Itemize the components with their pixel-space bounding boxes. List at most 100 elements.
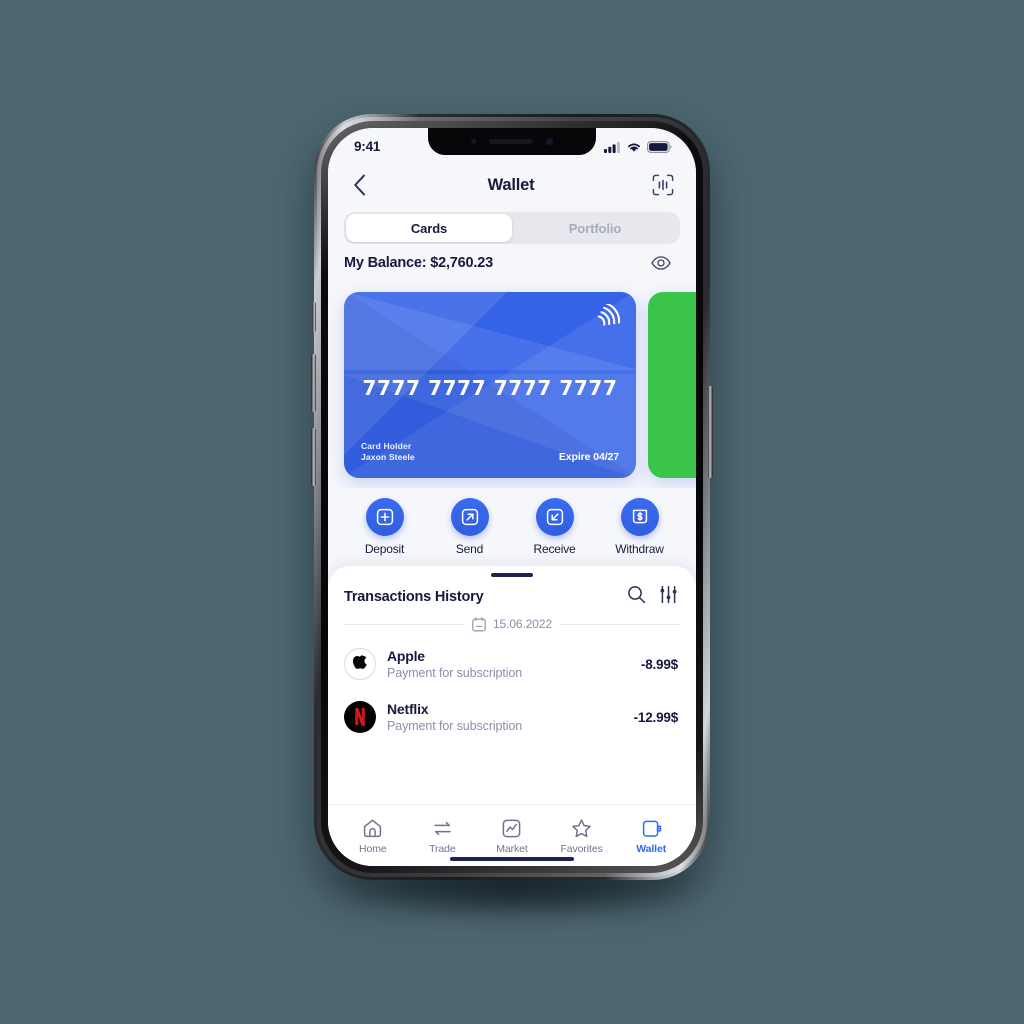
transactions-header: Transactions History [328,577,696,615]
home-icon [364,819,382,838]
transaction-name: Netflix [387,700,429,717]
filter-sliders-icon [660,585,677,603]
app-header: Wallet [328,161,696,209]
bank-card-secondary[interactable] [648,292,696,478]
transactions-title: Transactions History [344,588,484,605]
power-button[interactable] [708,386,713,478]
dollar-bill-icon [632,509,647,524]
page-title: Wallet [487,175,535,194]
contactless-icon [597,302,621,326]
table-row[interactable]: Netflix Payment for subscription -12.99$ [328,691,696,744]
nav-item-wallet-label: Wallet [636,843,667,855]
transaction-name: Apple [387,647,425,664]
arrow-up-right-icon [461,508,478,526]
table-row[interactable]: Apple Payment for subscription -8.99$ [328,638,696,691]
action-send[interactable]: Send [427,498,512,556]
apple-logo-icon [344,648,376,680]
transaction-details: Netflix Payment for subscription [387,700,623,735]
volume-up-button[interactable] [311,354,316,412]
nav-item-wallet[interactable]: Wallet [616,818,686,855]
cellular-signal-icon [604,141,620,153]
card-facet-4 [344,292,636,371]
tab-portfolio-label: Portfolio [568,220,622,236]
search-button[interactable] [627,585,646,609]
scan-id-icon [652,174,674,196]
tab-portfolio[interactable]: Portfolio [512,214,678,242]
star-icon [572,819,591,838]
scan-button[interactable] [648,170,678,200]
transaction-description: Payment for subscription [387,718,523,733]
status-icons [604,140,672,153]
card-holder-label: Card Holder [361,441,412,451]
home-indicator[interactable] [450,857,574,861]
divider-line-left [344,623,464,625]
proximity-sensor-icon [471,139,476,144]
action-deposit-label: Deposit [364,542,405,556]
transactions-sheet: Transactions History 15.06.2022 Apple Pa… [328,566,696,866]
volume-down-button[interactable] [311,428,316,486]
phone-screen: 9:41 Wallet Cards Portfolio My Balance: … [328,128,696,866]
silent-switch-button[interactable] [312,302,316,332]
send-icon-circle [450,498,489,536]
search-icon [628,585,646,603]
earpiece-speaker [489,139,533,144]
card-expiry: Expire 04/27 [558,451,619,463]
action-receive-label: Receive [533,542,576,556]
balance-label: My Balance: $2,760.23 [344,255,493,271]
bank-card-primary[interactable]: 7777 7777 7777 7777 Card Holder Jaxon St… [344,292,636,478]
exchange-icon [434,821,451,836]
screenshot-stage: 9:41 Wallet Cards Portfolio My Balance: … [0,0,1024,1024]
transactions-tools [627,585,678,609]
view-switcher[interactable]: Cards Portfolio [344,212,680,244]
transactions-list[interactable]: Apple Payment for subscription -8.99$ Ne… [328,638,696,805]
wifi-icon [628,143,640,152]
card-holder-name: Jaxon Steele [361,452,415,462]
nav-item-favorites[interactable]: Favorites [547,818,617,855]
tab-cards[interactable]: Cards [346,214,512,242]
toggle-balance-visibility-button[interactable] [646,248,676,278]
status-time: 9:41 [354,139,381,154]
netflix-glyph [355,708,365,726]
action-deposit[interactable]: Deposit [342,498,427,556]
device-notch [428,128,596,155]
tab-cards-label: Cards [410,220,448,236]
arrow-down-left-icon [546,508,563,526]
divider-line-right [560,623,680,625]
nav-item-trade-label: Trade [429,843,456,855]
nav-item-market-label: Market [496,843,528,855]
action-withdraw[interactable]: Withdraw [597,498,682,556]
card-number: 7777 7777 7777 7777 [362,376,618,400]
view-switcher-wrap: Cards Portfolio [328,209,696,244]
card-carousel[interactable]: 7777 7777 7777 7777 Card Holder Jaxon St… [328,282,696,488]
wallet-icon [642,820,661,837]
phone-frame: 9:41 Wallet Cards Portfolio My Balance: … [311,114,713,880]
date-chip: 15.06.2022 [472,616,552,632]
transaction-amount: -8.99$ [640,656,678,672]
eye-icon [651,256,671,270]
nav-item-home-label: Home [358,843,387,855]
plus-square-icon [376,508,393,526]
nav-item-home[interactable]: Home [338,818,408,855]
receive-icon-circle [535,498,574,536]
action-receive[interactable]: Receive [512,498,597,556]
netflix-logo-icon [344,701,376,733]
nav-item-trade[interactable]: Trade [408,818,478,855]
deposit-icon-circle [365,498,404,536]
back-button[interactable] [344,170,374,200]
card-scroll[interactable]: 7777 7777 7777 7777 Card Holder Jaxon St… [344,282,696,488]
card-holder-block: Card Holder Jaxon Steele [361,441,415,463]
date-divider: 15.06.2022 [328,615,696,638]
nav-item-favorites-label: Favorites [560,843,603,855]
chart-square-icon [503,819,521,838]
front-camera-icon [546,138,553,145]
nav-item-market[interactable]: Market [477,818,547,855]
transaction-amount: -12.99$ [633,709,679,725]
balance-row: My Balance: $2,760.23 [328,244,696,282]
battery-icon [647,140,672,153]
transaction-details: Apple Payment for subscription [387,647,630,682]
transaction-description: Payment for subscription [387,665,523,680]
filter-button[interactable] [659,585,678,609]
action-send-label: Send [455,542,484,556]
calendar-icon [472,616,486,631]
apple-glyph [352,654,367,669]
